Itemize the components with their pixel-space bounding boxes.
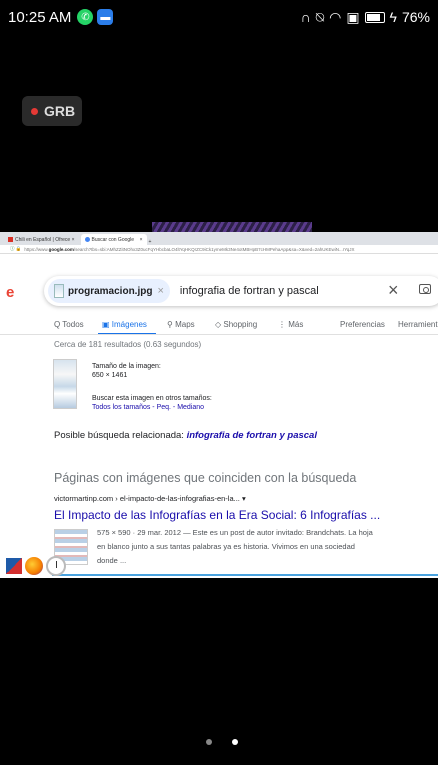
search-header: e programacion.jpg × infografia de fortr… <box>0 254 438 314</box>
browser-screen: Chili en Español | Ofrece × Buscar con G… <box>0 222 438 578</box>
tabs-divider <box>0 334 438 335</box>
image-chip[interactable]: programacion.jpg × <box>48 279 170 303</box>
browser-tab-chili[interactable]: Chili en Español | Ofrece × <box>4 234 79 245</box>
browser-tab-bar: Chili en Español | Ofrece × Buscar con G… <box>0 232 438 245</box>
tab-maps[interactable]: ⚲ Maps <box>167 320 195 329</box>
recording-indicator[interactable]: GRB <box>22 96 82 126</box>
whatsapp-icon: ✆ <box>77 9 94 25</box>
tab-close-icon: × <box>70 236 75 243</box>
result-snippet-line: en blanco junto a sus tantas palabras ya… <box>97 542 355 551</box>
result-snippet-line: donde ... <box>97 556 127 565</box>
tab-close-icon: × <box>134 236 143 243</box>
taskbar <box>6 555 78 577</box>
url-domain: google.com <box>48 246 74 252</box>
matching-pages-title: Páginas con imágenes que coinciden con l… <box>54 471 357 485</box>
related-search: Posible búsqueda relacionada: infografia… <box>54 430 317 441</box>
image-size-value: 650 × 1461 <box>92 372 128 379</box>
alert-icon: ▣ <box>346 8 360 25</box>
url-rest: /search?tbs=sbi:AMhZZitNOhx3Z0ucFqYHbcba… <box>73 246 355 252</box>
tab-title: Chili en Español | Ofrece <box>15 236 71 243</box>
desktop-top-band <box>0 222 438 232</box>
query-image-thumbnail[interactable] <box>53 359 77 409</box>
tab-imagenes[interactable]: ▣ Imágenes <box>102 320 147 329</box>
tab-maps-label: Maps <box>175 320 195 329</box>
result-snippet-line: 575 × 590 · 29 mar. 2012 — Este es un po… <box>97 528 373 537</box>
firefox-icon[interactable] <box>25 557 43 575</box>
mute-icon: ⍉ <box>315 8 325 25</box>
recording-label: GRB <box>44 103 76 119</box>
desktop-wallpaper-strip <box>152 222 312 232</box>
result-url[interactable]: victormartinp.com › el-impacto-de-las-in… <box>54 494 246 503</box>
page-dot-active[interactable] <box>232 739 238 745</box>
related-link[interactable]: infografia de fortran y pascal <box>187 430 317 441</box>
record-dot-icon <box>31 107 38 115</box>
clock-app-icon[interactable] <box>46 556 66 576</box>
address-bar[interactable]: ⓘ 🔒 https://www. google.com /search?tbs=… <box>0 245 438 254</box>
lock-icon: ⓘ 🔒 <box>10 246 22 251</box>
google-logo[interactable]: e <box>6 284 14 301</box>
chip-close-icon[interactable]: × <box>157 285 163 297</box>
search-query[interactable]: infografia de fortran y pascal <box>180 285 319 297</box>
battery-icon <box>364 11 385 23</box>
result-title[interactable]: El Impacto de las Infografías en la Era … <box>54 508 380 522</box>
sizes-links[interactable]: Todos los tamaños - Peq. - Mediano <box>92 404 204 411</box>
image-thumbnail-icon <box>54 284 64 298</box>
app-flag-icon[interactable] <box>6 558 22 574</box>
search-box[interactable]: programacion.jpg × infografia de fortran… <box>44 276 438 306</box>
status-bar: 10:25 AM ✆ ▬ ∩ ⍉ ◠ ▣ ϟ 76% <box>0 0 438 34</box>
browser-tab-google[interactable]: Buscar con Google × <box>80 234 147 245</box>
message-app-icon: ▬ <box>97 9 114 25</box>
wifi-icon: ◠ <box>329 8 342 25</box>
chip-label: programacion.jpg <box>68 285 153 297</box>
tab-herramientas[interactable]: Herramient <box>398 320 438 329</box>
tab-preferencias[interactable]: Preferencias <box>340 320 385 329</box>
google-favicon-icon <box>84 237 90 242</box>
result-stats: Cerca de 181 resultados (0.63 segundos) <box>54 340 202 349</box>
other-sizes-label: Buscar esta imagen en otros tamaños: <box>92 395 212 402</box>
tab-shopping-label: Shopping <box>223 320 258 329</box>
tab-title: Buscar con Google <box>91 236 135 243</box>
related-prefix: Posible búsqueda relacionada: <box>54 430 187 441</box>
charging-icon: ϟ <box>389 9 397 25</box>
clock-time: 10:25 AM <box>8 8 72 26</box>
camera-icon[interactable] <box>419 284 431 294</box>
tab-mas[interactable]: ⋮ Más <box>278 320 303 329</box>
new-tab-button[interactable]: + <box>149 239 152 245</box>
clear-search-icon[interactable]: × <box>388 280 399 301</box>
page-indicator <box>206 739 238 745</box>
window-bottom-edge <box>52 574 438 576</box>
tab-todos[interactable]: Q Todos <box>54 320 84 329</box>
battery-percent: 76% <box>401 9 430 25</box>
url-prefix: https://www. <box>24 246 49 252</box>
search-tabs: Q Todos ▣ Imágenes ⚲ Maps ◇ Shopping ⋮ M… <box>0 314 438 335</box>
headphones-icon: ∩ <box>300 9 311 25</box>
tab-shopping[interactable]: ◇ Shopping <box>215 320 257 329</box>
favicon-icon <box>8 237 13 242</box>
status-icons: ∩ ⍉ ◠ ▣ ϟ 76% <box>301 9 430 26</box>
image-size-label: Tamaño de la imagen: <box>92 363 161 370</box>
page-dot[interactable] <box>206 739 212 745</box>
tab-imagenes-label: Imágenes <box>111 320 147 329</box>
